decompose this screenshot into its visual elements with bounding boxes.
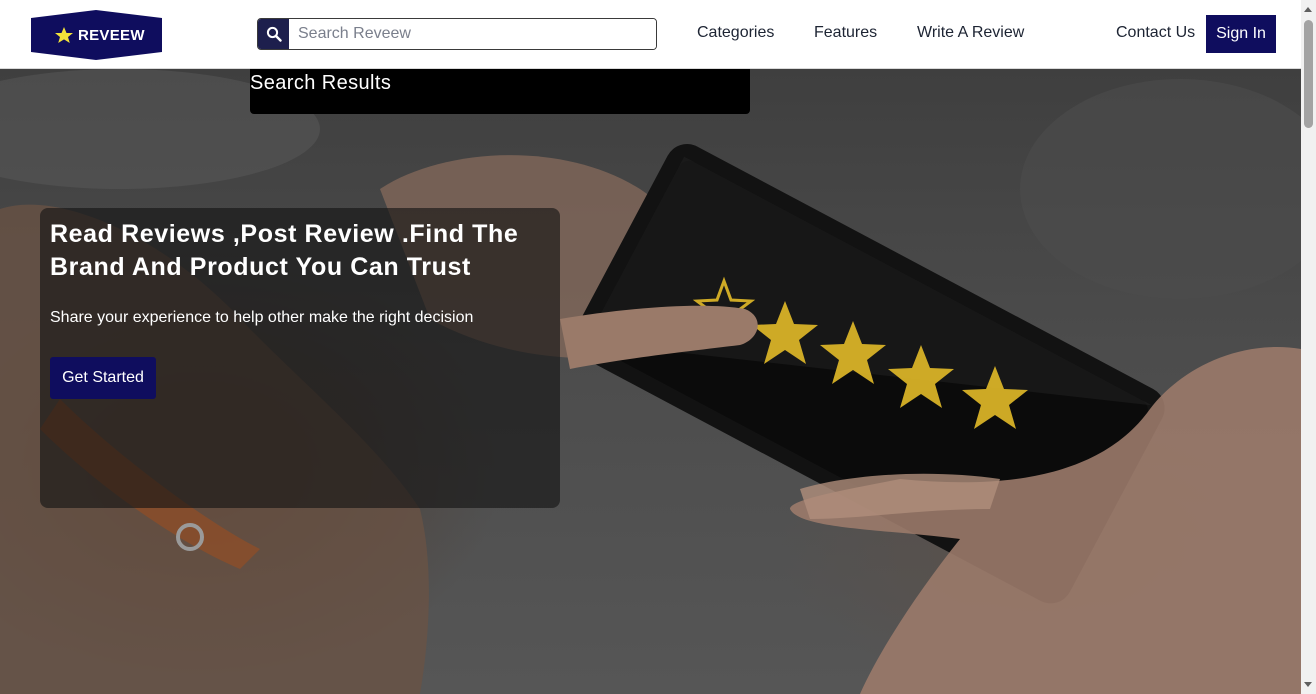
scroll-thumb[interactable]	[1304, 20, 1313, 128]
scroll-down-arrow-icon[interactable]	[1304, 682, 1312, 687]
site-header: REVEEW Categories Features Write A Revie…	[0, 0, 1301, 69]
brand-name: REVEEW	[78, 27, 145, 44]
search-button[interactable]	[258, 19, 289, 49]
search-input[interactable]	[289, 19, 656, 49]
search-icon	[266, 26, 282, 42]
brand-logo[interactable]: REVEEW	[31, 10, 162, 60]
nav-link-categories[interactable]: Categories	[697, 24, 774, 42]
nav-link-write-review[interactable]: Write A Review	[917, 24, 1024, 42]
hero-card: Read Reviews ,Post Review .Find The Bran…	[40, 208, 560, 508]
sign-in-button[interactable]: Sign In	[1206, 15, 1276, 53]
search-results-panel: Search Results	[250, 69, 750, 114]
hero-title: Read Reviews ,Post Review .Find The Bran…	[50, 220, 519, 281]
scroll-up-arrow-icon[interactable]	[1304, 7, 1312, 12]
search-results-title: Search Results	[250, 72, 392, 94]
hero-subtitle: Share your experience to help other make…	[50, 309, 474, 326]
page-scrollbar[interactable]	[1301, 0, 1316, 694]
nav-link-contact-us[interactable]: Contact Us	[1116, 24, 1195, 42]
search-bar	[257, 18, 657, 50]
get-started-button[interactable]: Get Started	[50, 357, 156, 399]
nav-link-features[interactable]: Features	[814, 24, 877, 42]
